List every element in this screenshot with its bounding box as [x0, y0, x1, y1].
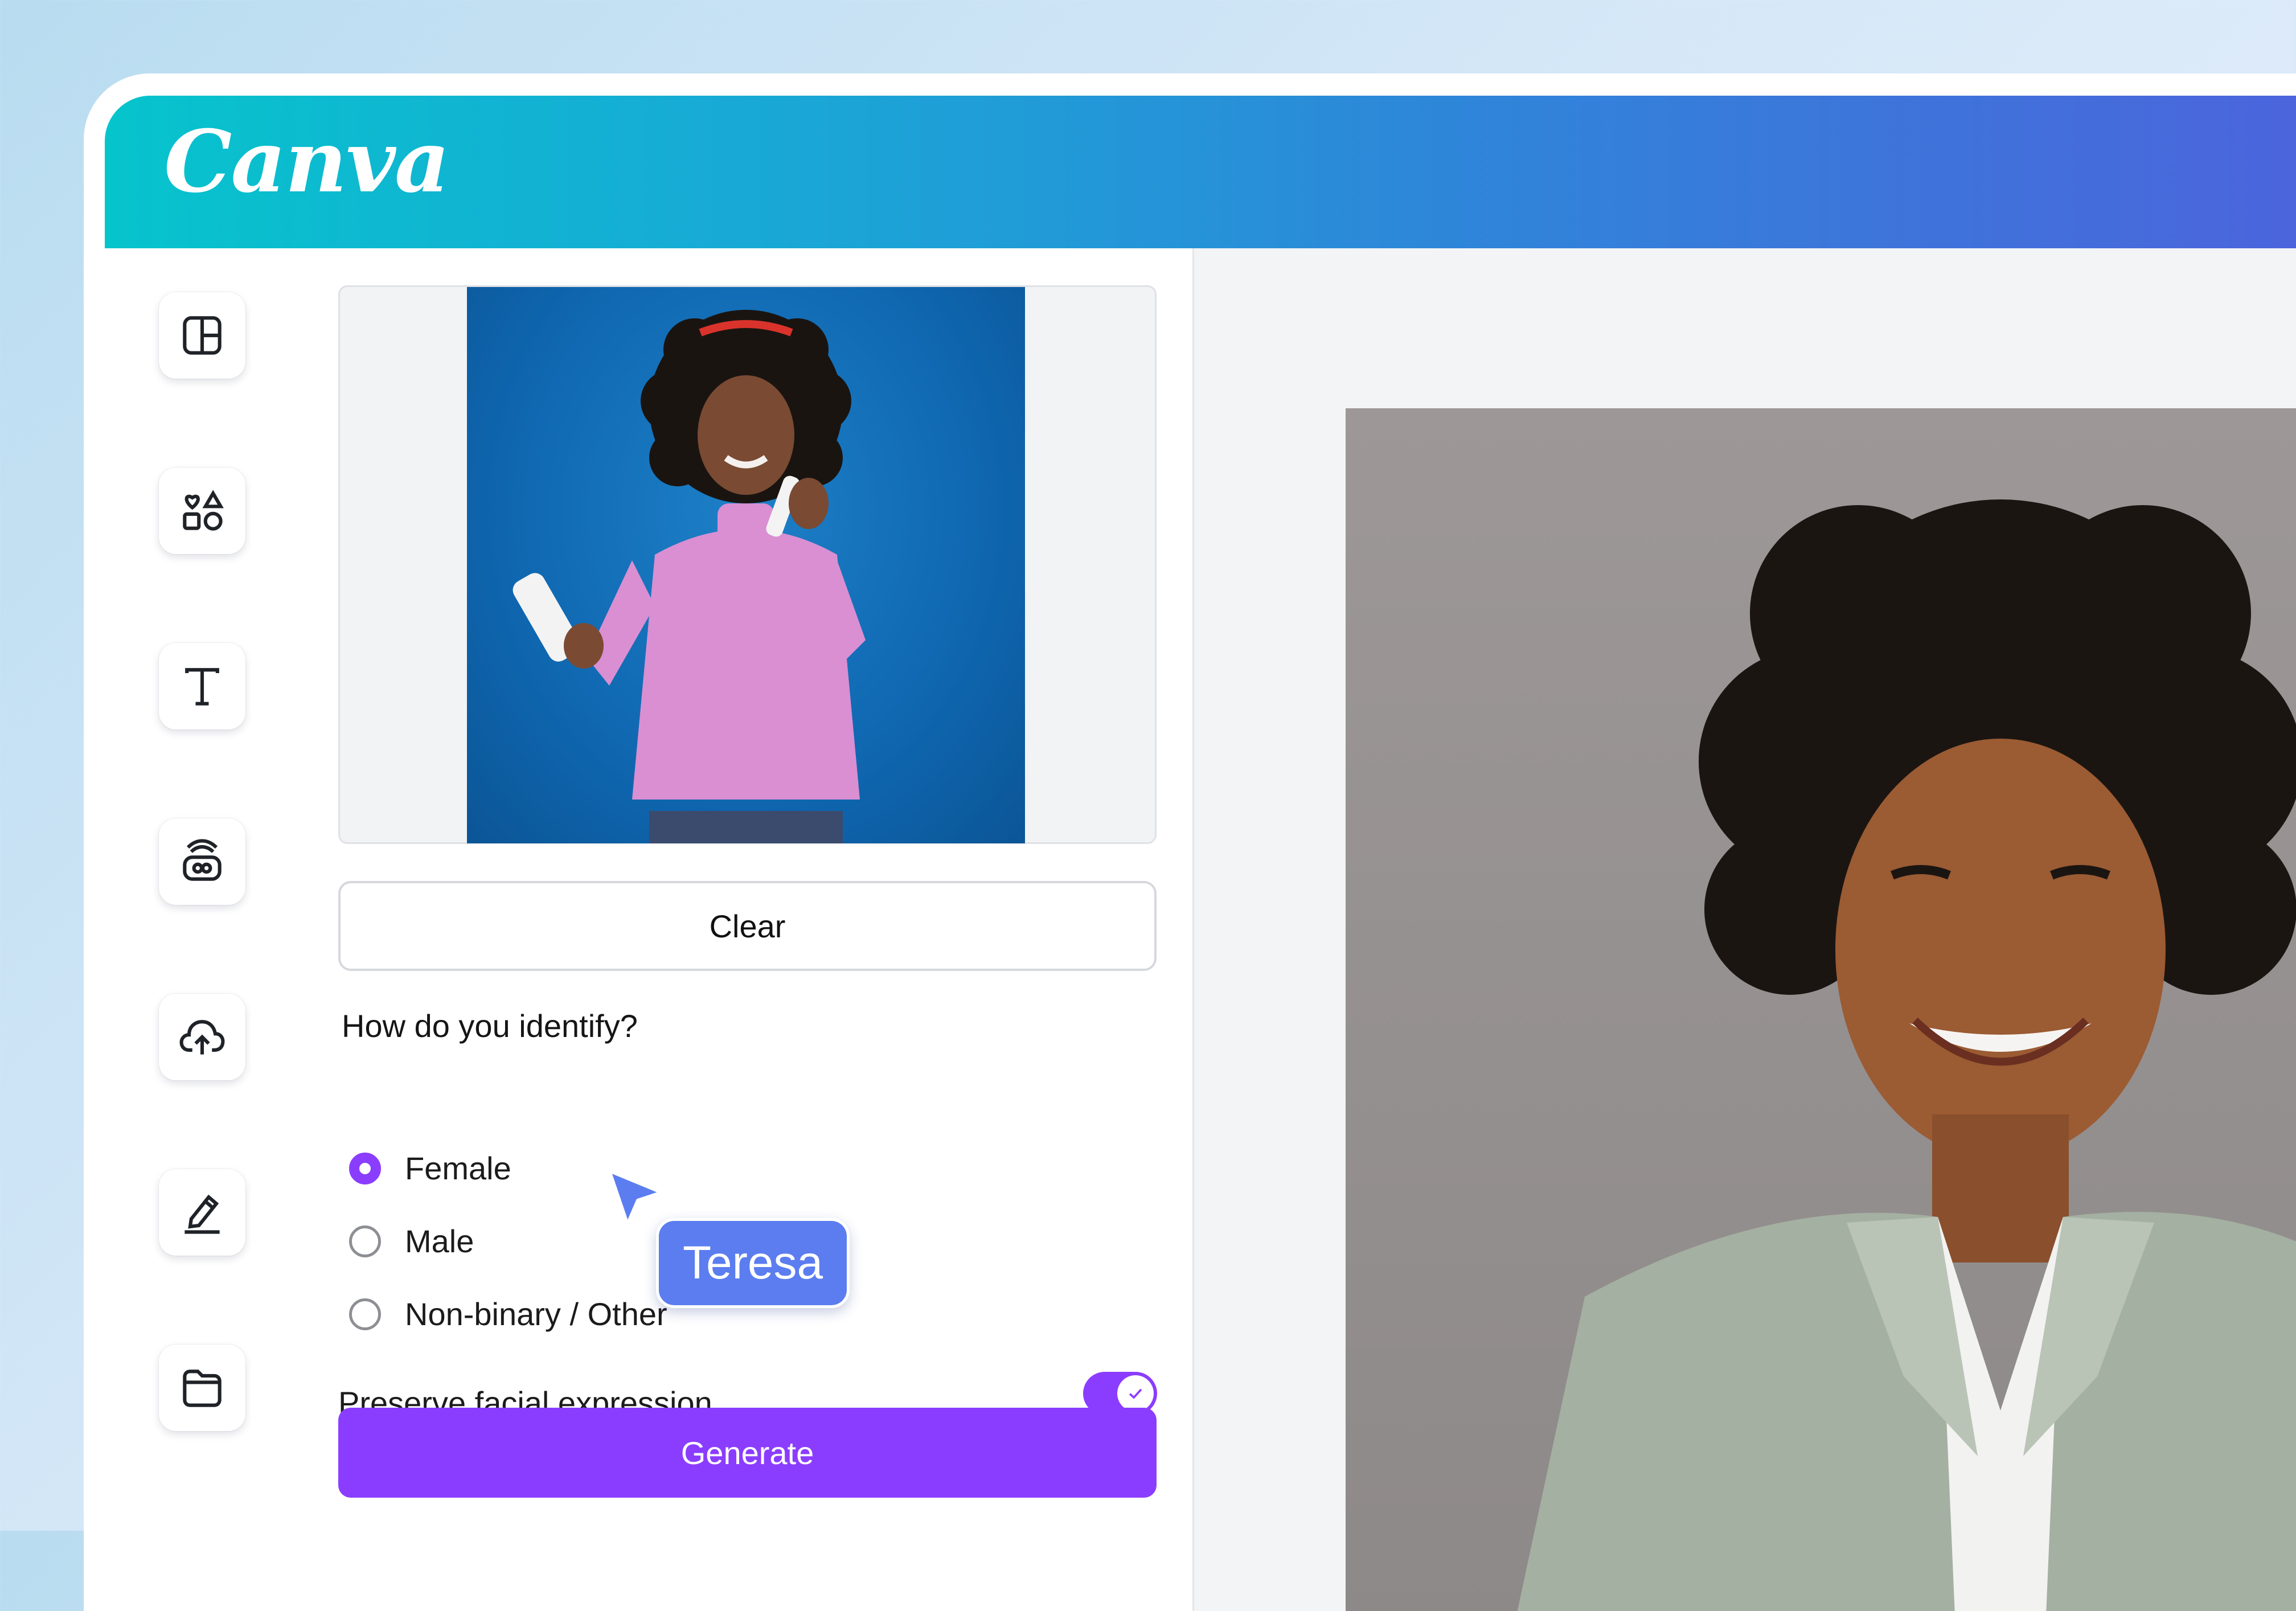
collaborator-name-tag: Teresa	[656, 1218, 850, 1308]
text-icon[interactable]	[159, 643, 245, 729]
radio-female[interactable]	[349, 1152, 381, 1184]
collaborator-cursor-icon	[605, 1166, 667, 1232]
draw-icon[interactable]	[159, 1169, 245, 1256]
radio-label-non-binary: Non-binary / Other	[405, 1296, 667, 1332]
folder-icon[interactable]	[159, 1344, 245, 1431]
app-window: Canva Clear How do you identify? Female …	[84, 73, 2296, 1611]
upload-icon[interactable]	[159, 994, 245, 1080]
canva-logo[interactable]: Canva	[164, 112, 450, 212]
radio-label-female: Female	[405, 1150, 511, 1186]
radio-option-non-binary[interactable]: Non-binary / Other	[349, 1296, 667, 1333]
app-header: Canva	[105, 96, 2296, 248]
clear-button[interactable]: Clear	[338, 881, 1157, 971]
radio-option-female[interactable]: Female	[349, 1150, 511, 1187]
uploaded-photo	[467, 287, 1025, 843]
uploaded-photo-preview	[338, 285, 1157, 844]
brand-icon[interactable]	[159, 818, 245, 905]
radio-option-male[interactable]: Male	[349, 1223, 474, 1260]
elements-icon[interactable]	[159, 468, 245, 554]
generated-headshot-image[interactable]	[1346, 408, 2296, 1611]
identify-question: How do you identify?	[342, 1008, 638, 1044]
check-icon	[1117, 1375, 1154, 1412]
radio-male[interactable]	[349, 1225, 381, 1257]
radio-label-male: Male	[405, 1223, 474, 1259]
radio-non-binary[interactable]	[349, 1298, 381, 1330]
generate-button[interactable]: Generate	[338, 1408, 1157, 1498]
layout-icon[interactable]	[159, 292, 245, 379]
